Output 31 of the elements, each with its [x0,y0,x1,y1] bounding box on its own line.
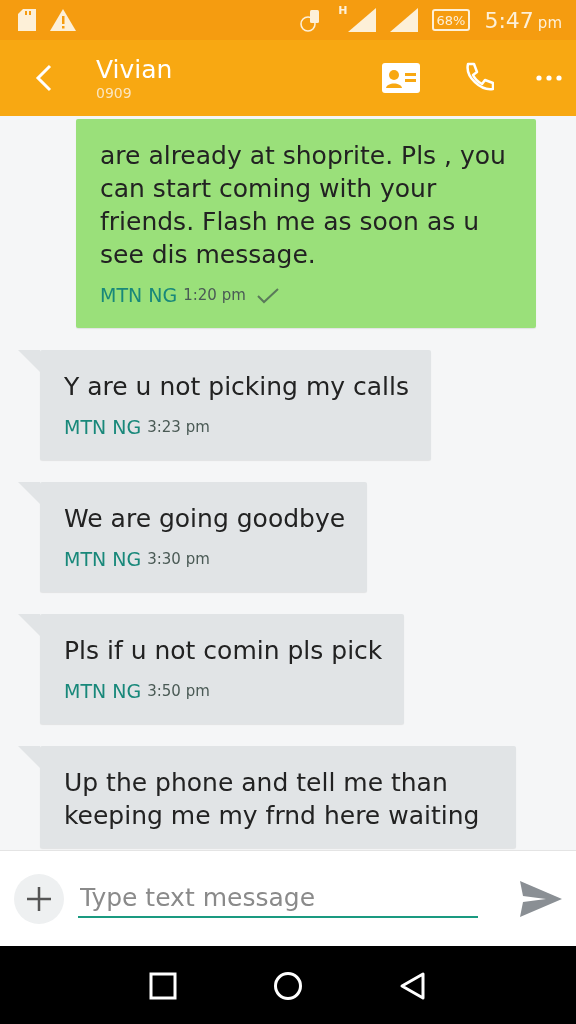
contact-number: 0909 [96,85,133,101]
message-text: are already at shoprite. Pls , you can start coming with your friends. Flash me as soon as u see dis message. [100,140,507,271]
sd-card-icon [18,9,36,31]
signal-icon [347,8,376,32]
message-sender: MTN NG [64,679,142,704]
message-time: 3:23 pm [147,417,210,438]
message-text: Y are u not picking my calls [64,371,409,403]
message-text: We are going goodbye [64,503,346,535]
message-text: Pls if u not comin pls pick [64,635,383,667]
check-icon [255,286,280,305]
send-icon[interactable] [520,880,562,917]
warning-icon [50,9,76,31]
message-time: 3:50 pm [147,681,210,702]
home-icon[interactable] [273,970,303,1001]
message-sender: MTN NG [100,283,178,308]
contact-name: Vivian [96,55,174,85]
clock-time: 5:47 [484,7,534,33]
clock-suffix: pm [537,13,562,32]
message-time: 1:20 pm [183,285,246,306]
message-sender: MTN NG [64,547,142,572]
network-type-label: H [338,4,348,17]
add-button[interactable] [14,873,64,924]
message-sender: MTN NG [64,415,142,440]
message-text: Up the phone and tell me than keeping me my frnd here waiting [64,767,481,832]
contact-card-icon[interactable] [382,61,420,95]
plus-icon [26,885,52,912]
message-time: 3:30 pm [147,549,210,570]
signal-icon [389,8,418,32]
battery-indicator: 68% [431,9,471,31]
message-input[interactable]: Type text message [78,879,478,918]
recents-icon[interactable] [147,970,178,1001]
